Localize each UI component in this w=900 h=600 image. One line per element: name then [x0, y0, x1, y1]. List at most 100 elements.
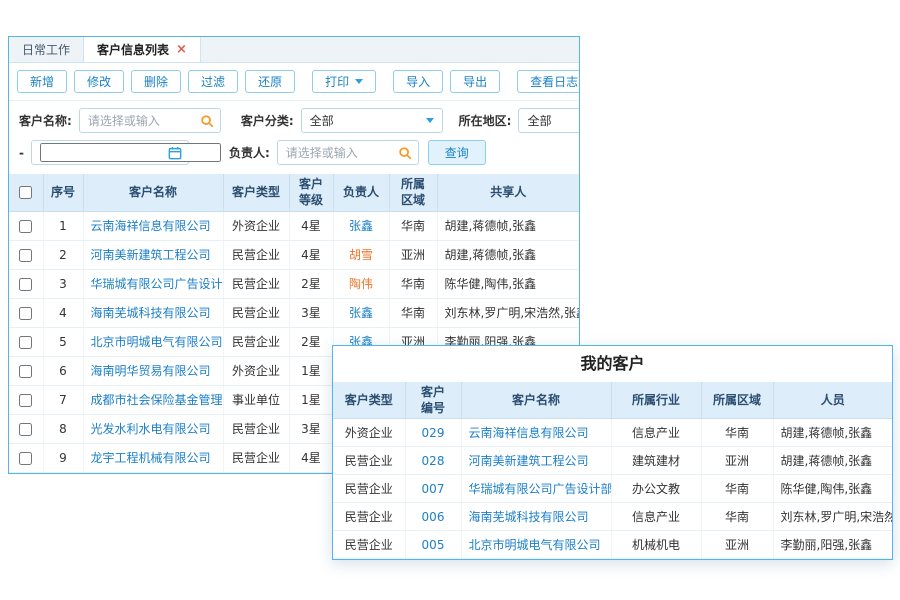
header-select-all [9, 174, 43, 211]
import-button[interactable]: 导入 [393, 70, 443, 93]
customer-code-link[interactable]: 006 [405, 503, 461, 531]
customer-name-link[interactable]: 光发水利水电有限公司 [83, 414, 223, 443]
cell-index: 2 [43, 240, 83, 269]
cell-index: 8 [43, 414, 83, 443]
row-checkbox-cell [9, 269, 43, 298]
cell-region: 华南 [701, 419, 773, 447]
customer-code-link[interactable]: 007 [405, 475, 461, 503]
row-checkbox-cell [9, 443, 43, 472]
filter-row-2: - 负责人: 查询 [9, 136, 579, 174]
tab-customer-list-label: 客户信息列表 [97, 41, 169, 58]
customer-name-link[interactable]: 华瑞城有限公司广告设计部 [461, 475, 611, 503]
customer-name-link[interactable]: 云南海祥信息有限公司 [461, 419, 611, 447]
header-customer-level: 客户等级 [289, 174, 333, 211]
row-checkbox[interactable] [19, 336, 32, 349]
filter-row-1: 客户名称: 客户分类: 全部 所在地区: 全部 [9, 101, 579, 136]
cell-customer-level: 4星 [289, 443, 333, 472]
search-icon[interactable] [398, 146, 412, 160]
search-icon[interactable] [200, 114, 214, 128]
print-button[interactable]: 打印 [312, 70, 376, 93]
customer-name-link[interactable]: 河南美新建筑工程公司 [461, 447, 611, 475]
cell-people: 李勤丽,阳强,张鑫 [773, 531, 892, 559]
row-checkbox[interactable] [19, 394, 32, 407]
header-customer-type: 客户类型 [223, 174, 289, 211]
cell-customer-type: 外资企业 [223, 356, 289, 385]
filter-button[interactable]: 过滤 [188, 70, 238, 93]
delete-button[interactable]: 删除 [131, 70, 181, 93]
cell-region: 华南 [701, 475, 773, 503]
customer-name-link[interactable]: 龙宇工程机械有限公司 [83, 443, 223, 472]
customer-code-link[interactable]: 028 [405, 447, 461, 475]
row-checkbox[interactable] [19, 365, 32, 378]
cell-customer-type: 民营企业 [223, 327, 289, 356]
manager-input-box [277, 140, 419, 165]
customer-name-link[interactable]: 北京市明城电气有限公司 [461, 531, 611, 559]
edit-button[interactable]: 修改 [74, 70, 124, 93]
cell-industry: 信息产业 [611, 503, 701, 531]
cell-region: 亚洲 [701, 447, 773, 475]
table-row: 1 云南海祥信息有限公司 外资企业 4星 张鑫 华南 胡建,蒋德帧,张鑫 [9, 211, 579, 240]
customer-name-link[interactable]: 海南明华贸易有限公司 [83, 356, 223, 385]
cell-customer-level: 1星 [289, 385, 333, 414]
row-checkbox[interactable] [19, 249, 32, 262]
customer-name-link[interactable]: 北京市明城电气有限公司 [83, 327, 223, 356]
table-row: 2 河南美新建筑工程公司 民营企业 4星 胡雪 亚洲 胡建,蒋德帧,张鑫 [9, 240, 579, 269]
row-checkbox-cell [9, 385, 43, 414]
customer-name-link[interactable]: 海南芜城科技有限公司 [461, 503, 611, 531]
table-row: 民营企业 006 海南芜城科技有限公司 信息产业 华南 刘东林,罗广明,宋浩然.… [333, 503, 892, 531]
caret-down-icon [426, 118, 434, 123]
cell-region: 华南 [389, 298, 437, 327]
cell-customer-type: 民营企业 [333, 475, 405, 503]
manager-link[interactable]: 陶伟 [333, 269, 389, 298]
close-icon[interactable]: × [176, 43, 187, 56]
customer-code-link[interactable]: 005 [405, 531, 461, 559]
manager-input[interactable] [286, 146, 392, 160]
customer-name-link[interactable]: 华瑞城有限公司广告设计部 [83, 269, 223, 298]
add-button[interactable]: 新增 [17, 70, 67, 93]
cell-people: 胡建,蒋德帧,张鑫 [773, 419, 892, 447]
cell-customer-type: 民营企业 [223, 443, 289, 472]
date-input[interactable] [40, 143, 221, 162]
region-select-value: 全部 [527, 112, 551, 129]
cell-industry: 信息产业 [611, 419, 701, 447]
calendar-icon[interactable] [168, 146, 182, 160]
row-checkbox[interactable] [19, 423, 32, 436]
region-select[interactable]: 全部 [518, 108, 580, 133]
cell-industry: 办公文教 [611, 475, 701, 503]
header-customer-name: 客户名称 [83, 174, 223, 211]
manager-link[interactable]: 张鑫 [333, 298, 389, 327]
export-button[interactable]: 导出 [450, 70, 500, 93]
cell-customer-level: 3星 [289, 298, 333, 327]
header-region: 所属区域 [389, 174, 437, 211]
customer-name-link[interactable]: 云南海祥信息有限公司 [83, 211, 223, 240]
select-all-checkbox[interactable] [19, 186, 32, 199]
cell-customer-level: 2星 [289, 269, 333, 298]
row-checkbox[interactable] [19, 278, 32, 291]
customer-name-link[interactable]: 海南芜城科技有限公司 [83, 298, 223, 327]
query-button[interactable]: 查询 [428, 140, 486, 165]
customer-code-link[interactable]: 029 [405, 419, 461, 447]
cell-index: 5 [43, 327, 83, 356]
cell-industry: 机械机电 [611, 531, 701, 559]
table-row: 民营企业 007 华瑞城有限公司广告设计部 办公文教 华南 陈华健,陶伟,张鑫 [333, 475, 892, 503]
header-people: 人员 [773, 382, 892, 419]
row-checkbox[interactable] [19, 307, 32, 320]
tab-customer-list[interactable]: 客户信息列表 × [83, 37, 201, 62]
row-checkbox-cell [9, 211, 43, 240]
header-customer-name: 客户名称 [461, 382, 611, 419]
cell-customer-type: 民营企业 [223, 269, 289, 298]
customer-name-input[interactable] [88, 114, 194, 128]
category-select[interactable]: 全部 [301, 108, 443, 133]
manager-link[interactable]: 胡雪 [333, 240, 389, 269]
tab-daily-work[interactable]: 日常工作 [9, 37, 83, 62]
restore-button[interactable]: 还原 [245, 70, 295, 93]
view-log-button[interactable]: 查看日志 [517, 70, 580, 93]
cell-industry: 建筑建材 [611, 447, 701, 475]
customer-name-link[interactable]: 成都市社会保险基金管理... [83, 385, 223, 414]
row-checkbox[interactable] [19, 452, 32, 465]
manager-link[interactable]: 张鑫 [333, 211, 389, 240]
customer-name-label: 客户名称: [19, 112, 72, 129]
customer-name-link[interactable]: 河南美新建筑工程公司 [83, 240, 223, 269]
my-customers-title: 我的客户 [333, 346, 892, 382]
row-checkbox[interactable] [19, 220, 32, 233]
